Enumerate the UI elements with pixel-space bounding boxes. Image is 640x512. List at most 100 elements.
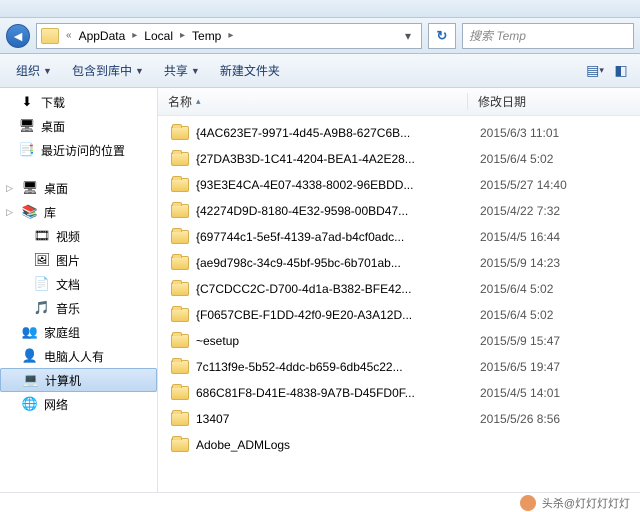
status-bar: 头杀@灯灯灯灯灯 xyxy=(0,492,640,512)
file-row[interactable]: {4AC623E7-9971-4d45-A9B8-627C6B...2015/6… xyxy=(158,120,640,146)
sidebar-item[interactable]: 🌐 网络 xyxy=(0,392,157,416)
chevron-icon: « xyxy=(63,30,75,41)
sidebar-item[interactable]: ⬇下载 xyxy=(0,90,157,114)
file-row[interactable]: {C7CDCC2C-D700-4d1a-B382-BFE42...2015/6/… xyxy=(158,276,640,302)
file-name: 13407 xyxy=(196,412,476,426)
sidebar-item[interactable]: 🖼图片 xyxy=(0,248,157,272)
folder-icon xyxy=(170,254,190,272)
file-date: 2015/6/3 11:01 xyxy=(476,126,559,140)
refresh-button[interactable]: ↻ xyxy=(428,23,456,49)
column-name[interactable]: 名称 ▴ xyxy=(158,93,468,110)
file-date: 2015/5/9 14:23 xyxy=(476,256,560,270)
folder-icon xyxy=(170,436,190,454)
new-folder-button[interactable]: 新建文件夹 xyxy=(212,58,288,83)
chevron-icon: ▸ xyxy=(177,30,188,41)
sidebar-item[interactable]: 💻计算机 xyxy=(0,368,157,392)
folder-icon xyxy=(170,280,190,298)
nav-icon: 🖥 xyxy=(18,118,36,134)
file-name: {ae9d798c-34c9-45bf-95bc-6b701ab... xyxy=(196,256,476,270)
sidebar-item[interactable]: 🎵音乐 xyxy=(0,296,157,320)
sidebar-item-label: 桌面 xyxy=(41,118,65,135)
sidebar-item-label: 网络 xyxy=(44,396,68,413)
breadcrumb-item[interactable]: Temp xyxy=(190,29,223,43)
nav-icon: 🎞 xyxy=(33,228,51,244)
sidebar-item[interactable]: 📑最近访问的位置 xyxy=(0,138,157,162)
breadcrumb[interactable]: « AppData ▸ Local ▸ Temp ▸ ▾ xyxy=(36,23,422,49)
folder-icon xyxy=(170,176,190,194)
include-library-menu[interactable]: 包含到库中 ▼ xyxy=(64,58,152,83)
address-bar: ◄ « AppData ▸ Local ▸ Temp ▸ ▾ ↻ 搜索 Temp xyxy=(0,18,640,54)
chevron-down-icon: ▼ xyxy=(135,66,144,76)
file-row[interactable]: 7c113f9e-5b52-4ddc-b659-6db45c22...2015/… xyxy=(158,354,640,380)
footer-text: 头杀@灯灯灯灯灯 xyxy=(542,495,630,511)
file-name: 7c113f9e-5b52-4ddc-b659-6db45c22... xyxy=(196,360,476,374)
folder-icon xyxy=(170,150,190,168)
file-row[interactable]: ~esetup2015/5/9 15:47 xyxy=(158,328,640,354)
file-row[interactable]: {93E3E4CA-4E07-4338-8002-96EBDD...2015/5… xyxy=(158,172,640,198)
expand-arrow-icon: ▷ xyxy=(6,207,16,218)
sidebar-item[interactable]: 👥 家庭组 xyxy=(0,320,157,344)
view-options-icon[interactable]: ▤ ▾ xyxy=(584,60,606,82)
file-row[interactable]: {697744c1-5e5f-4139-a7ad-b4cf0adc...2015… xyxy=(158,224,640,250)
breadcrumb-item[interactable]: AppData xyxy=(77,29,128,43)
file-row[interactable]: {42274D9D-8180-4E32-9598-00BD47...2015/4… xyxy=(158,198,640,224)
preview-pane-icon[interactable]: ◧ xyxy=(610,60,632,82)
sidebar-item-label: 家庭组 xyxy=(44,324,80,341)
expand-arrow-icon: ▷ xyxy=(6,183,16,194)
chevron-down-icon: ▼ xyxy=(43,66,52,76)
file-name: {42274D9D-8180-4E32-9598-00BD47... xyxy=(196,204,476,218)
column-date[interactable]: 修改日期 xyxy=(468,93,640,110)
file-row[interactable]: {F0657CBE-F1DD-42f0-9E20-A3A12D...2015/6… xyxy=(158,302,640,328)
file-row[interactable]: {27DA3B3D-1C41-4204-BEA1-4A2E28...2015/6… xyxy=(158,146,640,172)
breadcrumb-dropdown-icon[interactable]: ▾ xyxy=(399,29,417,43)
file-row[interactable]: 686C81F8-D41E-4838-9A7B-D45FD0F...2015/4… xyxy=(158,380,640,406)
folder-icon xyxy=(170,202,190,220)
folder-icon xyxy=(170,384,190,402)
file-list: 名称 ▴ 修改日期 {4AC623E7-9971-4d45-A9B8-627C6… xyxy=(158,88,640,492)
sidebar-item[interactable]: 👤 电脑人人有 xyxy=(0,344,157,368)
sort-arrow-icon: ▴ xyxy=(196,96,201,107)
file-name: {27DA3B3D-1C41-4204-BEA1-4A2E28... xyxy=(196,152,476,166)
toolbar: 组织 ▼ 包含到库中 ▼ 共享 ▼ 新建文件夹 ▤ ▾ ◧ xyxy=(0,54,640,88)
file-name: {697744c1-5e5f-4139-a7ad-b4cf0adc... xyxy=(196,230,476,244)
search-input[interactable]: 搜索 Temp xyxy=(462,23,634,49)
sidebar-item[interactable]: 🎞视频 xyxy=(0,224,157,248)
file-name: ~esetup xyxy=(196,334,476,348)
file-date: 2015/6/5 19:47 xyxy=(476,360,560,374)
file-date: 2015/4/5 14:01 xyxy=(476,386,560,400)
sidebar-item[interactable]: 🖥 桌面 xyxy=(0,114,157,138)
nav-icon: 🖼 xyxy=(33,252,51,268)
organize-menu[interactable]: 组织 ▼ xyxy=(8,58,60,83)
file-name: {C7CDCC2C-D700-4d1a-B382-BFE42... xyxy=(196,282,476,296)
sidebar-item[interactable]: ▷🖥桌面 xyxy=(0,176,157,200)
nav-icon: 📄 xyxy=(33,276,51,292)
window-titlebar xyxy=(0,0,640,18)
file-name: {F0657CBE-F1DD-42f0-9E20-A3A12D... xyxy=(196,308,476,322)
nav-icon: 📚 xyxy=(21,204,39,220)
file-row[interactable]: Adobe_ADMLogs xyxy=(158,432,640,458)
sidebar-item-label: 电脑人人有 xyxy=(44,348,104,365)
file-date: 2015/4/5 16:44 xyxy=(476,230,560,244)
file-row[interactable]: 134072015/5/26 8:56 xyxy=(158,406,640,432)
sidebar-item-label: 最近访问的位置 xyxy=(41,142,125,159)
sidebar-item-label: 库 xyxy=(44,204,56,221)
folder-icon xyxy=(170,124,190,142)
nav-icon: 👥 xyxy=(21,324,39,340)
nav-back-button[interactable]: ◄ xyxy=(6,24,30,48)
chevron-icon: ▸ xyxy=(129,30,140,41)
file-date: 2015/6/4 5:02 xyxy=(476,308,553,322)
nav-icon: 🎵 xyxy=(33,300,51,316)
nav-icon: 💻 xyxy=(22,372,40,388)
file-date: 2015/5/9 15:47 xyxy=(476,334,560,348)
sidebar-item[interactable]: ▷ 📚 库 xyxy=(0,200,157,224)
nav-icon: 🖥 xyxy=(21,180,39,196)
nav-icon: 👤 xyxy=(21,348,39,364)
share-menu[interactable]: 共享 ▼ xyxy=(156,58,208,83)
file-date: 2015/6/4 5:02 xyxy=(476,152,553,166)
file-row[interactable]: {ae9d798c-34c9-45bf-95bc-6b701ab...2015/… xyxy=(158,250,640,276)
file-date: 2015/5/27 14:40 xyxy=(476,178,567,192)
avatar-icon xyxy=(520,495,536,511)
nav-icon: 🌐 xyxy=(21,396,39,412)
sidebar-item[interactable]: 📄文档 xyxy=(0,272,157,296)
breadcrumb-item[interactable]: Local xyxy=(142,29,175,43)
